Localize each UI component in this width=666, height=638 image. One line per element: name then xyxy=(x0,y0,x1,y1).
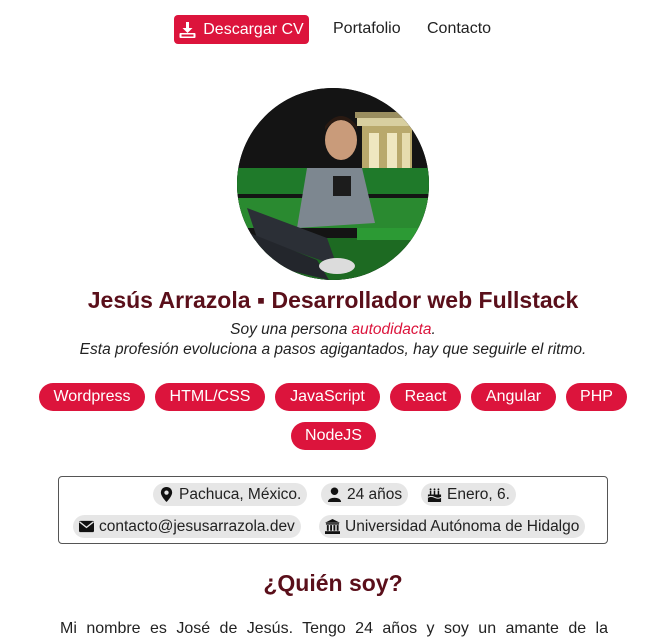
top-nav: Descargar CV Portafolio Contacto xyxy=(0,15,666,45)
skill-tag-react: React xyxy=(390,383,461,411)
skill-tag-html-css: HTML/CSS xyxy=(155,383,265,411)
bio-line-2: Esta profesión evoluciona a pasos agigan… xyxy=(79,341,587,358)
envelope-icon xyxy=(79,520,94,533)
university-text: Universidad Autónoma de Hidalgo xyxy=(345,517,580,535)
download-cv-button[interactable]: Descargar CV xyxy=(174,15,309,44)
page-title: Jesús Arrazola ▪ Desarrollador web Fulls… xyxy=(87,287,579,313)
skill-tag-javascript: JavaScript xyxy=(275,383,380,411)
profile-photo xyxy=(237,88,429,280)
bio-line-1: Soy una persona autodidacta. xyxy=(0,320,666,340)
email-text[interactable]: contacto@jesusarrazola.dev xyxy=(99,518,295,536)
skill-tag-php: PHP xyxy=(566,383,627,411)
user-icon xyxy=(327,487,342,502)
personal-info-box: Pachuca, México. 24 años Enero, 6. conta… xyxy=(58,476,608,544)
about-title: ¿Quién soy? xyxy=(263,570,403,596)
cake-icon xyxy=(427,488,442,502)
bio-prefix: Soy una persona xyxy=(230,321,348,338)
skill-tag-wordpress: Wordpress xyxy=(39,383,145,411)
age-chip: 24 años xyxy=(321,483,409,506)
map-marker-icon xyxy=(160,487,173,502)
download-icon xyxy=(179,21,196,38)
bio-highlight: autodidacta xyxy=(351,321,432,338)
birthday-chip: Enero, 6. xyxy=(421,483,516,506)
birthday-text: Enero, 6. xyxy=(447,485,510,503)
about-paragraph: Mi nombre es José de Jesús. Tengo 24 año… xyxy=(60,620,608,637)
download-cv-label: Descargar CV xyxy=(203,20,304,38)
skill-tag-angular: Angular xyxy=(471,383,556,411)
university-icon xyxy=(325,519,340,534)
nav-link-contact[interactable]: Contacto xyxy=(427,20,491,38)
location-text: Pachuca, México. xyxy=(179,485,302,503)
age-text: 24 años xyxy=(347,485,403,503)
skill-tag-nodejs: NodeJS xyxy=(291,422,376,450)
university-chip: Universidad Autónoma de Hidalgo xyxy=(319,515,586,538)
email-chip: contacto@jesusarrazola.dev xyxy=(73,515,301,538)
bio-suffix: . xyxy=(431,321,436,338)
bio-text: Soy una persona autodidacta. Esta profesi… xyxy=(0,320,666,360)
location-chip: Pachuca, México. xyxy=(153,483,308,506)
nav-link-portfolio[interactable]: Portafolio xyxy=(333,20,401,38)
